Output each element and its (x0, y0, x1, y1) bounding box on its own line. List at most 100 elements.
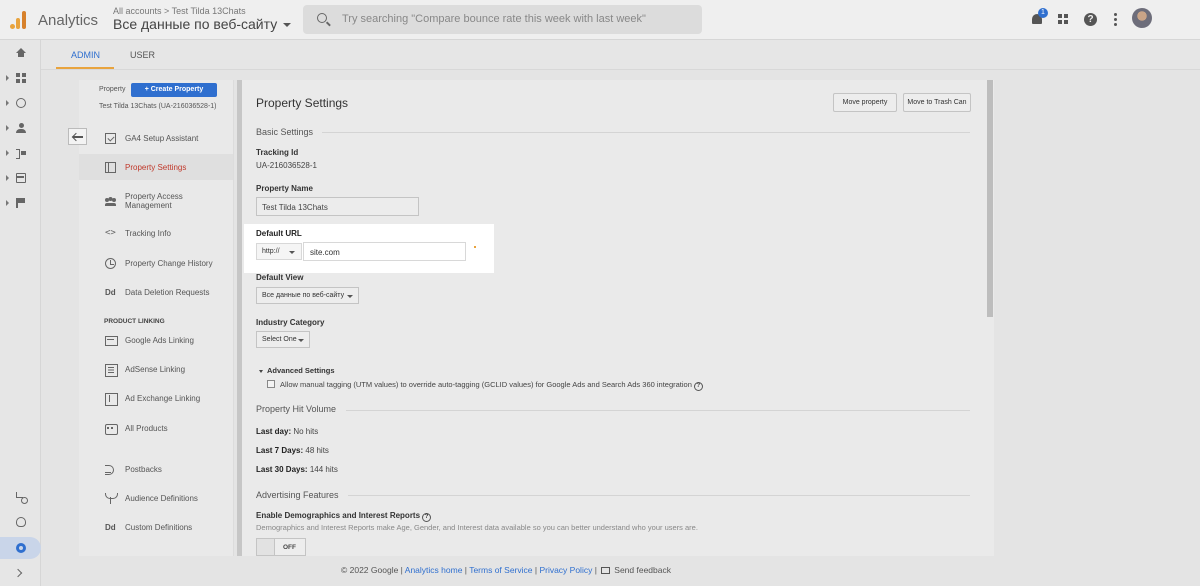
tracking-id-value: UA-216036528-1 (256, 161, 317, 170)
audience-user-icon[interactable] (16, 123, 26, 133)
move-to-trash-button[interactable]: Move to Trash Can (903, 93, 971, 112)
property-name-label: Property Name (256, 184, 313, 193)
property-nav: Property + Create Property Test Tilda 13… (79, 80, 234, 556)
nav-item-property-settings[interactable]: Property Settings (79, 154, 233, 180)
postbacks-icon (105, 464, 116, 475)
manual-tagging-label: Allow manual tagging (UTM values) to ove… (280, 380, 692, 389)
nav-item-label: All Products (125, 424, 168, 433)
expand-arrow-icon[interactable] (6, 175, 9, 181)
adsense-icon (105, 364, 118, 377)
section-advertising-features: Advertising Features (256, 490, 339, 500)
tab-user[interactable]: USER (130, 50, 155, 60)
attribution-icon[interactable] (16, 492, 28, 504)
cursor-mark (474, 246, 476, 248)
expand-arrow-icon[interactable] (6, 150, 9, 156)
avatar[interactable] (1132, 8, 1152, 28)
demographics-description: Demographics and Interest Reports make A… (256, 523, 698, 532)
nav-item-data-deletion[interactable]: Dd Data Deletion Requests (79, 279, 233, 305)
expand-arrow-icon[interactable] (6, 100, 9, 106)
customization-icon[interactable] (16, 73, 26, 83)
default-url-input[interactable]: site.com (303, 242, 466, 261)
toggle-knob (257, 539, 275, 555)
section-basic-settings: Basic Settings (256, 127, 314, 137)
industry-category-select[interactable]: Select One (256, 331, 310, 348)
discover-bulb-icon[interactable] (16, 517, 26, 527)
conversions-flag-icon[interactable] (16, 198, 26, 208)
expand-rail-icon[interactable] (13, 568, 23, 578)
notification-badge: 1 (1038, 8, 1048, 18)
nav-item-ga4-setup[interactable]: GA4 Setup Assistant (79, 125, 233, 151)
industry-category-label: Industry Category (256, 318, 325, 327)
dd-icon: Dd (105, 288, 116, 297)
triangle-down-icon (259, 369, 263, 373)
realtime-clock-icon[interactable] (16, 98, 26, 108)
app-name: Analytics (38, 12, 99, 29)
nav-item-tracking-info[interactable]: <> Tracking Info (79, 220, 233, 246)
tracking-id-label: Tracking Id (256, 148, 299, 157)
industry-category-value: Select One (262, 336, 297, 343)
home-icon[interactable] (16, 48, 26, 58)
create-property-button[interactable]: + Create Property (131, 83, 217, 97)
default-view-value: Все данные по веб-сайту (262, 292, 345, 299)
help-icon[interactable]: ? (1081, 10, 1101, 30)
all-products-icon (105, 423, 118, 435)
expand-arrow-icon[interactable] (6, 125, 9, 131)
nav-item-postbacks[interactable]: Postbacks (79, 456, 233, 482)
expand-arrow-icon[interactable] (6, 200, 9, 206)
send-feedback-link[interactable]: Send feedback (614, 565, 671, 575)
audience-icon (105, 493, 118, 504)
nav-item-google-ads-linking[interactable]: Google Ads Linking (79, 327, 233, 353)
nav-item-change-history[interactable]: Property Change History (79, 250, 233, 276)
help-icon[interactable]: ? (422, 513, 432, 522)
last-day-stat: Last day: No hits (256, 427, 319, 436)
left-rail (0, 40, 41, 586)
account-view-selector[interactable]: Все данные по веб-сайту (113, 16, 292, 32)
property-name-field[interactable]: Test Tilda 13Chats (256, 197, 419, 216)
tab-admin[interactable]: ADMIN (71, 50, 100, 60)
breadcrumb[interactable]: All accounts > Test Tilda 13Chats (113, 6, 246, 16)
analytics-logo-icon[interactable] (10, 11, 28, 29)
nav-item-ad-exchange-linking[interactable]: Ad Exchange Linking (79, 385, 233, 411)
expand-arrow-icon[interactable] (6, 75, 9, 81)
advanced-settings-label: Advanced Settings (267, 366, 335, 375)
nav-item-label: Property Access Management (125, 192, 183, 210)
nav-item-custom-definitions[interactable]: Dd Custom Definitions (79, 514, 233, 540)
terms-link[interactable]: Terms of Service (469, 565, 532, 575)
manual-tagging-checkbox[interactable] (267, 380, 275, 388)
default-view-select[interactable]: Все данные по веб-сайту (256, 287, 359, 304)
footer: © 2022 Google | Analytics home | Terms o… (341, 565, 671, 575)
main-scrollbar[interactable] (987, 80, 993, 317)
help-icon[interactable]: ? (693, 382, 703, 391)
notifications-bell-icon[interactable]: 1 (1028, 8, 1048, 30)
acquisition-icon[interactable] (16, 148, 26, 159)
nav-item-label: Google Ads Linking (125, 336, 194, 345)
nav-item-all-products[interactable]: All Products (79, 415, 233, 441)
search-placeholder: Try searching "Compare bounce rate this … (342, 13, 646, 25)
caret-down-icon (289, 251, 295, 254)
property-name[interactable]: Test Tilda 13Chats (UA-216036528-1) (99, 103, 217, 110)
panel-icon (105, 162, 116, 173)
nav-item-label: Custom Definitions (125, 523, 193, 532)
nav-item-adsense-linking[interactable]: AdSense Linking (79, 356, 233, 382)
demographics-toggle[interactable]: OFF (256, 538, 306, 556)
copyright: © 2022 Google | (341, 565, 405, 575)
checkbox-icon (105, 133, 116, 144)
nav-item-label: GA4 Setup Assistant (125, 134, 199, 143)
last-30-days-stat: Last 30 Days: 144 hits (256, 465, 338, 474)
behavior-icon[interactable] (16, 173, 26, 183)
back-arrow-icon[interactable] (68, 128, 87, 145)
privacy-link[interactable]: Privacy Policy (539, 565, 592, 575)
caret-down-icon (347, 295, 353, 298)
nav-item-audience-definitions[interactable]: Audience Definitions (79, 485, 233, 511)
admin-gear-icon[interactable] (16, 543, 26, 553)
apps-grid-icon[interactable] (1054, 10, 1074, 30)
more-vertical-icon[interactable] (1106, 10, 1126, 30)
advanced-settings-toggle[interactable]: Advanced Settings (259, 366, 335, 375)
move-property-button[interactable]: Move property (833, 93, 897, 112)
analytics-home-link[interactable]: Analytics home (405, 565, 463, 575)
nav-item-property-access[interactable]: Property Access Management (79, 188, 233, 214)
url-protocol-value: http:// (262, 248, 280, 255)
url-protocol-select[interactable]: http:// (256, 243, 302, 260)
search-box[interactable]: Try searching "Compare bounce rate this … (303, 5, 702, 34)
property-settings-panel: Property Settings Move property Move to … (242, 80, 994, 556)
